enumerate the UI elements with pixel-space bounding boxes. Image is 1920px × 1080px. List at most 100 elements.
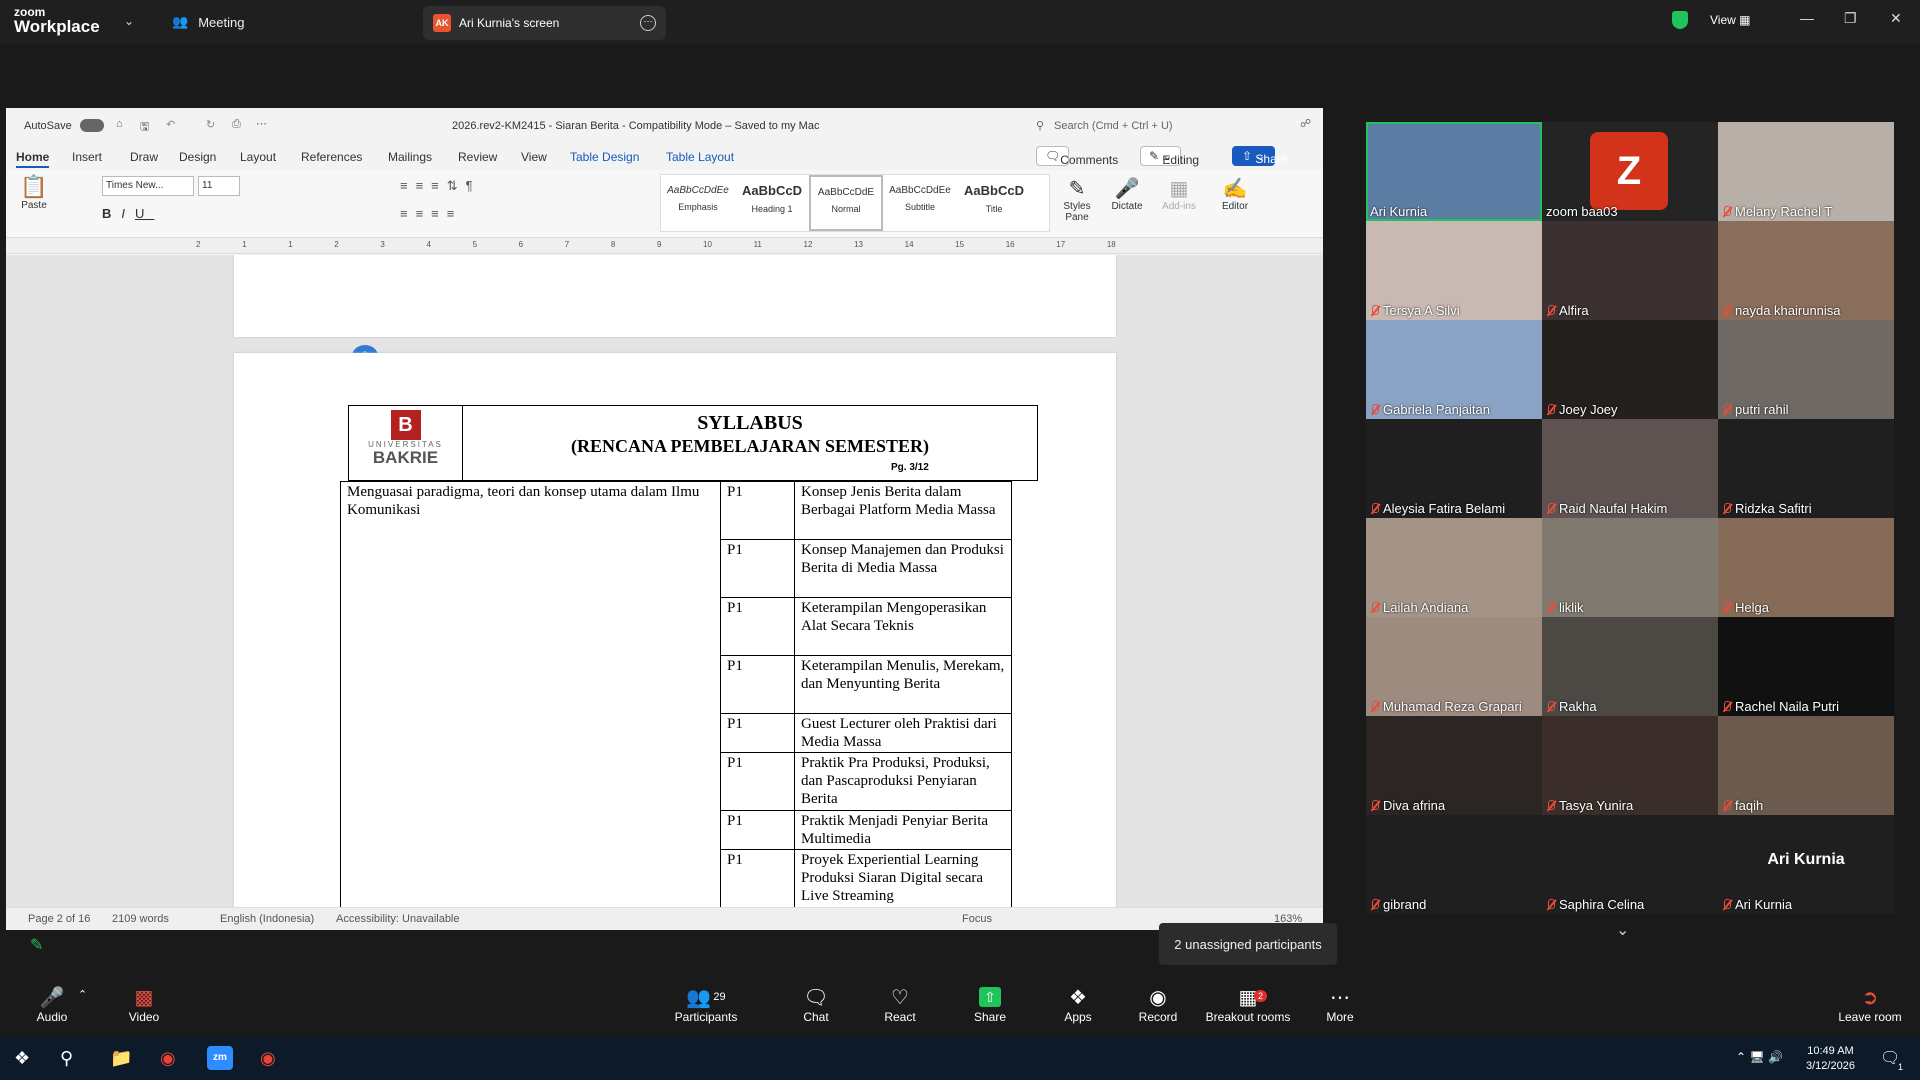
page-count[interactable]: Page 2 of 16 [28,913,90,925]
dictate-button[interactable]: 🎤 Dictate [1106,176,1148,212]
font-size-select[interactable]: 11 [198,176,240,196]
participant-tile[interactable]: Tersya A Silvi [1366,221,1542,320]
document-canvas[interactable]: ⇧ B UNIVERSITAS BAKRIE SYLLABUS (RENCANA… [6,255,1323,907]
style-emphasis[interactable]: AaBbCcDdEe Emphasis [661,175,735,231]
tab-mailings[interactable]: Mailings [388,150,432,164]
apps-button[interactable]: ❖ Apps [1038,984,1118,1025]
participant-tile[interactable]: Lailah Andiana [1366,518,1542,617]
tab-references[interactable]: References [301,150,362,164]
print-icon[interactable]: ⎙ [232,118,241,131]
participant-tile[interactable]: Tasya Yunira [1542,716,1718,815]
redo-icon[interactable]: ↻ [206,118,215,131]
breakout-rooms-button[interactable]: ▦ Breakout rooms [1196,984,1300,1025]
paragraph-buttons[interactable]: ≡≡≡⇅¶ [400,178,481,194]
participant-tile[interactable]: faqih [1718,716,1894,815]
search-taskbar-icon[interactable]: ⚲ [60,1048,73,1069]
tab-table-layout[interactable]: Table Layout [666,150,734,164]
video-button[interactable]: ▩ Video [104,984,184,1025]
participant-tile[interactable]: Ari Kurnia Ari Kurnia [1718,815,1894,914]
more-button[interactable]: ⋯ More [1300,984,1380,1025]
comments-button[interactable]: 🗨 Comments [1036,146,1118,167]
participant-tile[interactable]: Aleysia Fatira Belami [1366,419,1542,518]
react-button[interactable]: ♡ React [860,984,940,1025]
style-heading-1[interactable]: AaBbCcD Heading 1 [735,175,809,231]
zoom-app-icon[interactable]: zm [207,1046,233,1070]
participant-tile[interactable]: Saphira Celina [1542,815,1718,914]
editing-button[interactable]: ✎ Editing ⌄ [1140,146,1199,167]
tab-view[interactable]: View [521,150,547,164]
home-icon[interactable]: ⌂ [116,118,123,130]
chevron-down-icon[interactable]: ⌄ [124,14,134,28]
tab-table-design[interactable]: Table Design [570,150,639,164]
annotate-icon[interactable]: ✎ [30,935,43,955]
tab-review[interactable]: Review [458,150,497,164]
share-screen-button[interactable]: ⇧ Share [950,984,1030,1024]
participant-tile[interactable]: Rachel Naila Putri [1718,617,1894,716]
participant-tile[interactable]: liklik [1542,518,1718,617]
participant-tile[interactable]: Diva afrina [1366,716,1542,815]
undo-icon[interactable]: ↶ [166,118,175,131]
view-button[interactable]: View ▦ [1710,13,1750,27]
styles-gallery[interactable]: AaBbCcDdEe Emphasis AaBbCcD Heading 1 AaBb… [660,174,1050,232]
share-link-icon[interactable]: ☍ [1300,117,1311,130]
windows-start-icon[interactable]: ❖ [14,1048,30,1069]
participant-tile[interactable]: Alfira [1542,221,1718,320]
style-subtitle[interactable]: AaBbCcDdEe Subtitle [883,175,957,231]
focus-button[interactable]: Focus [962,913,992,925]
tray-icons[interactable]: ⌃ 🖥 🔊 [1736,1050,1783,1064]
font-name-select[interactable]: Times New... [102,176,194,196]
more-options-icon[interactable]: ⋯ [640,15,656,31]
horizontal-ruler[interactable]: 2 1 1 2 3 4 5 6 7 8 9 10 11 12 13 14 15 16 17 18 [6,238,1323,254]
participant-tile[interactable]: Gabriela Panjaitan [1366,320,1542,419]
restore-icon[interactable]: ❐ [1844,10,1857,27]
participant-tile[interactable]: Helga [1718,518,1894,617]
more-icon[interactable]: ⋯ [256,117,267,130]
participant-tile[interactable]: Muhamad Reza Grapari [1366,617,1542,716]
save-icon[interactable]: 🖫 [140,118,149,137]
participant-tile[interactable]: Zzoom baa03 [1542,122,1718,221]
participant-tile[interactable]: nayda khairunnisa [1718,221,1894,320]
share-doc-button[interactable]: ⇧ Share ⌄ [1232,146,1287,166]
participant-tile[interactable]: putri rahil [1718,320,1894,419]
audio-options-icon[interactable]: ⌃ [78,988,87,1001]
syllabus-table[interactable]: Menguasai paradigma, teori dan konsep ut… [340,481,1012,907]
chrome-profile-icon[interactable]: ◉ [260,1048,276,1069]
chat-button[interactable]: 🗨 Chat [776,984,856,1025]
shared-screen-tab[interactable]: AK Ari Kurnia's screen ⋯ [423,6,666,40]
close-icon[interactable]: ✕ [1890,10,1902,27]
editor-button[interactable]: ✍ Editor [1214,176,1256,212]
record-button[interactable]: ◉ Record [1118,984,1198,1025]
paste-button[interactable]: 📋 Paste [16,174,52,211]
participant-tile[interactable]: Ari Kurnia [1366,122,1542,221]
search-input[interactable]: Search (Cmd + Ctrl + U) [1054,120,1173,132]
leave-room-button[interactable]: ➲ Leave room [1830,984,1910,1025]
clock[interactable]: 10:49 AM 3/12/2026 [1806,1044,1855,1074]
accessibility-status[interactable]: Accessibility: Unavailable [336,913,460,925]
scroll-down-icon[interactable]: ⌄ [1616,920,1629,940]
style-normal[interactable]: AaBbCcDdE Normal [809,175,883,231]
participant-tile[interactable]: Ridzka Safitri [1718,419,1894,518]
participant-tile[interactable]: gibrand [1366,815,1542,914]
security-shield-icon[interactable] [1672,11,1688,29]
participants-button[interactable]: 👥 29 Participants [666,984,746,1025]
addins-button[interactable]: ▦ Add-ins [1158,176,1200,212]
word-count[interactable]: 2109 words [112,913,169,925]
tab-layout[interactable]: Layout [240,150,276,164]
tab-draw[interactable]: Draw [130,150,158,164]
minimize-icon[interactable]: — [1800,10,1814,26]
meeting-menu[interactable]: 👥 Meeting [172,14,244,30]
language-status[interactable]: English (Indonesia) [220,913,314,925]
participant-tile[interactable]: Raid Naufal Hakim [1542,419,1718,518]
tab-insert[interactable]: Insert [72,150,102,164]
autosave-toggle[interactable] [80,119,104,132]
participant-tile[interactable]: Joey Joey [1542,320,1718,419]
file-explorer-icon[interactable]: 📁 [110,1048,132,1069]
tab-design[interactable]: Design [179,150,216,164]
styles-pane-button[interactable]: ✎ Styles Pane [1056,176,1098,223]
tab-home[interactable]: Home [16,150,50,168]
participant-tile[interactable]: Melany Rachel T [1718,122,1894,221]
font-format-buttons[interactable]: BIU [102,206,154,221]
style-title[interactable]: AaBbCcD Title [957,175,1031,231]
participant-tile[interactable]: Rakha [1542,617,1718,716]
chrome-icon[interactable]: ◉ [160,1048,176,1069]
